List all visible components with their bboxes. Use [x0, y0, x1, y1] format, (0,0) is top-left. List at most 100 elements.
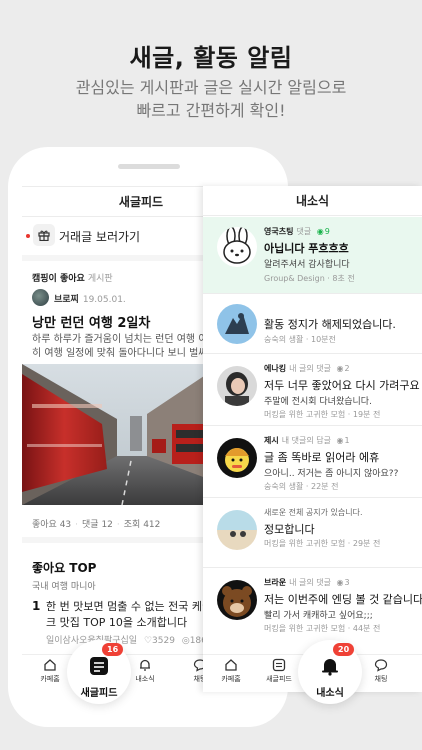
- notification-time: 44분 전: [352, 624, 381, 633]
- post-title[interactable]: 낭만 런던 여행 2일차: [32, 312, 150, 331]
- notification-time: 10분전: [310, 335, 336, 344]
- notification-header: 제시 내 댓글의 답글 ◉1: [264, 435, 350, 446]
- author-avatar: [32, 289, 49, 306]
- hero-subtitle-line2: 빠르고 간편하게 확인!: [136, 101, 286, 120]
- post-board-label: 게시판: [87, 274, 113, 284]
- likes-top-subtitle: 국내 여행 마니아: [32, 582, 96, 592]
- trade-link-label: 거래글 보러가기: [59, 230, 141, 244]
- tab-feed-label: 새글피드: [266, 675, 292, 683]
- notification-text: 글 좀 똑바로 읽어라 에휴: [264, 451, 380, 464]
- notification-item[interactable]: 에나킹 내 글의 댓글 ◉2 저두 너무 좋았어요 다시 가려구요 주말에 전시회…: [203, 354, 422, 426]
- gift-icon: [33, 224, 55, 246]
- top-post-meta: 일이삼사오육칠팔구십일 ♡3529 ◎1862: [46, 633, 213, 646]
- source-name: Group& Design: [264, 274, 325, 283]
- notification-time: 29분 전: [352, 539, 381, 548]
- section-divider: [22, 537, 222, 543]
- tab-cafe-home-label: 카페홈: [40, 675, 60, 683]
- notification-source: 숭숙의 생활 · 10분전: [264, 335, 336, 344]
- notification-header: 영국츠팅 댓글 ◉9: [264, 226, 330, 237]
- trade-link[interactable]: 거래글 보러가기: [22, 223, 222, 249]
- post-excerpt-line2: 히 여행 일정에 맞춰 돌아다니다 보니 벌써 저녁: [32, 348, 222, 359]
- feed-header-title: 새글피드: [22, 187, 222, 217]
- bell-icon: [140, 659, 150, 671]
- avatar-bear: [217, 580, 257, 620]
- post-author: 브로찌 19.05.01.: [54, 292, 126, 305]
- notification-header: 브라운 내 글의 댓글 ◉3: [264, 577, 350, 588]
- notification-time: 19분 전: [352, 410, 381, 419]
- tab-cafe-home-label: 카페홈: [221, 675, 241, 683]
- notification-header: 에나킹 내 글의 댓글 ◉2: [264, 363, 350, 374]
- post-stats: 좋아요 43 · 댓글 12 · 조회 412: [32, 520, 161, 530]
- fab-notifications[interactable]: 20 내소식: [298, 640, 362, 704]
- notification-type: 내 글의 댓글: [289, 364, 331, 373]
- notification-subtext: 빨리 가서 캐캐하고 싶어요;;;: [264, 611, 373, 621]
- likes-top-title: 좋아요 TOP: [32, 561, 97, 575]
- avatar-bunny: [217, 227, 257, 267]
- notification-text: 아닙니다 푸흐흐흐: [264, 242, 349, 255]
- comment-icon: ◉: [316, 227, 324, 236]
- notification-text: 저두 너무 좋았어요 다시 가려구요: [264, 379, 420, 392]
- notification-time: 22분 전: [310, 482, 339, 491]
- chat-icon: [374, 659, 388, 672]
- notification-item[interactable]: 브라운 내 글의 댓글 ◉3 저는 이번주에 엔딩 볼 것 같습니다 하 빨리 가…: [203, 568, 422, 644]
- post-views: 조회 412: [123, 520, 161, 530]
- top-post-line1: 한 번 맛보면 멈출 수 없는 전국 케이: [46, 600, 213, 613]
- notifications-screen: 내소식 영국츠팅 댓글 ◉9 아닙니다 푸흐흐흐 알려주셔서 감사합니다 Grou…: [203, 186, 422, 692]
- comment-icon: ◉: [336, 436, 344, 445]
- hero-subtitle-line1: 관심있는 게시판과 글은 실시간 알림으로: [75, 78, 347, 97]
- notification-source: 머킹을 위한 고귀한 모험 · 44분 전: [264, 624, 381, 633]
- notification-subtext: 알려주셔서 감사합니다: [264, 260, 350, 270]
- home-icon: [44, 659, 56, 671]
- notification-user: 제시: [264, 436, 279, 445]
- tab-cafe-home[interactable]: 카페홈: [211, 658, 251, 684]
- feed-badge: 16: [102, 643, 124, 656]
- post-likes: 좋아요 43: [32, 520, 72, 530]
- source-name: 숭숙의 생활: [264, 335, 304, 344]
- rank-number: 1: [32, 599, 41, 613]
- post-image-london[interactable]: [22, 364, 222, 505]
- notification-source: 머킹을 위한 고귀한 모험 · 29분 전: [264, 539, 381, 548]
- feed-icon: [90, 657, 108, 675]
- view-icon: ◎: [181, 636, 190, 646]
- tab-cafe-home[interactable]: 카페홈: [30, 658, 70, 684]
- post-board-name: 캠핑이 좋아요: [32, 274, 85, 284]
- notification-text: 활동 정지가 해제되었습니다.: [264, 318, 396, 331]
- post-excerpt-line1: 하루 하루가 즐거움이 넘치는 런던 여행 이틀 째: [32, 334, 222, 345]
- notification-item[interactable]: 새로운 전체 공지가 있습니다. 정모합니다 머킹을 위한 고귀한 모험 · 2…: [203, 498, 422, 568]
- tab-feed[interactable]: 새글피드: [259, 658, 299, 684]
- comment-count: 2: [344, 364, 350, 373]
- notification-subtext: 으아니.. 저거는 좀 아니지 않아요??: [264, 469, 399, 479]
- notification-item[interactable]: 영국츠팅 댓글 ◉9 아닙니다 푸흐흐흐 알려주셔서 감사합니다 Group& D…: [203, 217, 422, 294]
- notification-source: 숭숙의 생활 · 22분 전: [264, 482, 339, 491]
- source-name: 머킹을 위한 고귀한 모험: [264, 624, 346, 633]
- tab-notifications[interactable]: 내소식: [125, 658, 165, 684]
- comment-count: 1: [344, 436, 350, 445]
- comment-icon: ◉: [336, 364, 344, 373]
- bell-icon: [322, 659, 338, 676]
- notification-type: 댓글: [296, 227, 312, 236]
- notification-item[interactable]: 활동 정지가 해제되었습니다. 숭숙의 생활 · 10분전: [203, 294, 422, 354]
- heart-icon: ♡: [143, 636, 153, 646]
- tab-chat-label: 채팅: [374, 675, 388, 683]
- notification-type: 내 글의 댓글: [289, 578, 331, 587]
- fab-notifications-label: 내소식: [316, 688, 344, 699]
- source-name: 머킹을 위한 고귀한 모험: [264, 410, 346, 419]
- author-name: 브로찌: [54, 295, 79, 305]
- notification-type: 내 댓글의 답글: [281, 436, 331, 445]
- notification-type: 새로운 전체 공지가 있습니다.: [264, 508, 363, 517]
- notification-user: 에나킹: [264, 364, 287, 373]
- top-post-title[interactable]: 한 번 맛보면 멈출 수 없는 전국 케이 크 맛집 TOP 10을 소개합니다: [46, 599, 222, 631]
- fab-feed[interactable]: 16 새글피드: [67, 640, 131, 704]
- tab-chat[interactable]: 채팅: [361, 658, 401, 684]
- avatar-rider: [217, 304, 257, 344]
- comment-icon: ◉: [336, 578, 344, 587]
- notification-item[interactable]: 제시 내 댓글의 답글 ◉1 글 좀 똑바로 읽어라 에휴 으아니.. 저거는 좀…: [203, 426, 422, 498]
- phone-speaker: [118, 164, 180, 169]
- feed-icon: [272, 658, 286, 672]
- section-divider: [22, 255, 222, 261]
- notification-source: 머킹을 위한 고귀한 모험 · 19분 전: [264, 410, 381, 419]
- avatar-woman: [217, 366, 257, 406]
- hero-subtitle: 관심있는 게시판과 글은 실시간 알림으로 빠르고 간편하게 확인!: [0, 76, 422, 122]
- fab-feed-label: 새글피드: [80, 688, 118, 699]
- notification-user: 브라운: [264, 578, 287, 587]
